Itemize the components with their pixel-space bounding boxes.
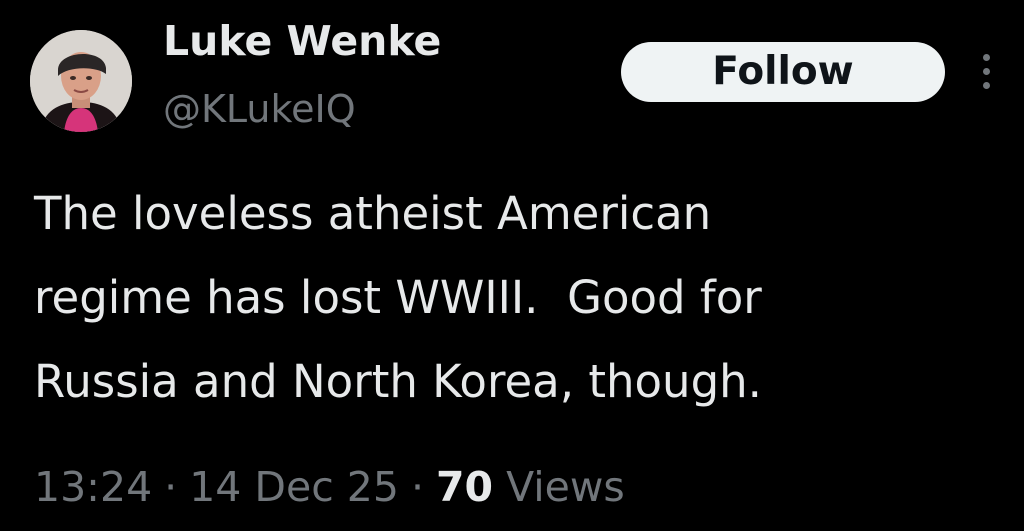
views-label: Views <box>506 463 625 511</box>
tweet-text-line: regime has lost WWIII. Good for <box>34 271 762 324</box>
tweet-card: Luke Wenke @KLukeIQ Follow The loveless … <box>0 0 1024 531</box>
more-options-icon[interactable] <box>972 50 1000 94</box>
tweet-date[interactable]: 14 Dec 25 <box>189 463 399 511</box>
tweet-text-line: The loveless atheist American <box>34 187 712 240</box>
tweet-text-line: Russia and North Korea, though. <box>34 355 762 408</box>
meta-separator: · <box>410 463 424 511</box>
meta-separator: · <box>164 463 178 511</box>
more-dot <box>983 82 990 89</box>
tweet-body: The loveless atheist American regime has… <box>34 172 1004 424</box>
tweet-metadata: 13:24 · 14 Dec 25 · 70 Views <box>34 458 625 516</box>
avatar-photo-icon <box>30 30 132 132</box>
author-handle[interactable]: @KLukeIQ <box>163 84 356 134</box>
more-dot <box>983 68 990 75</box>
follow-button[interactable]: Follow <box>621 42 945 102</box>
tweet-time[interactable]: 13:24 <box>34 463 152 511</box>
more-dot <box>983 54 990 61</box>
author-avatar[interactable] <box>30 30 132 132</box>
author-display-name[interactable]: Luke Wenke <box>163 14 441 68</box>
views-count: 70 <box>436 463 494 511</box>
